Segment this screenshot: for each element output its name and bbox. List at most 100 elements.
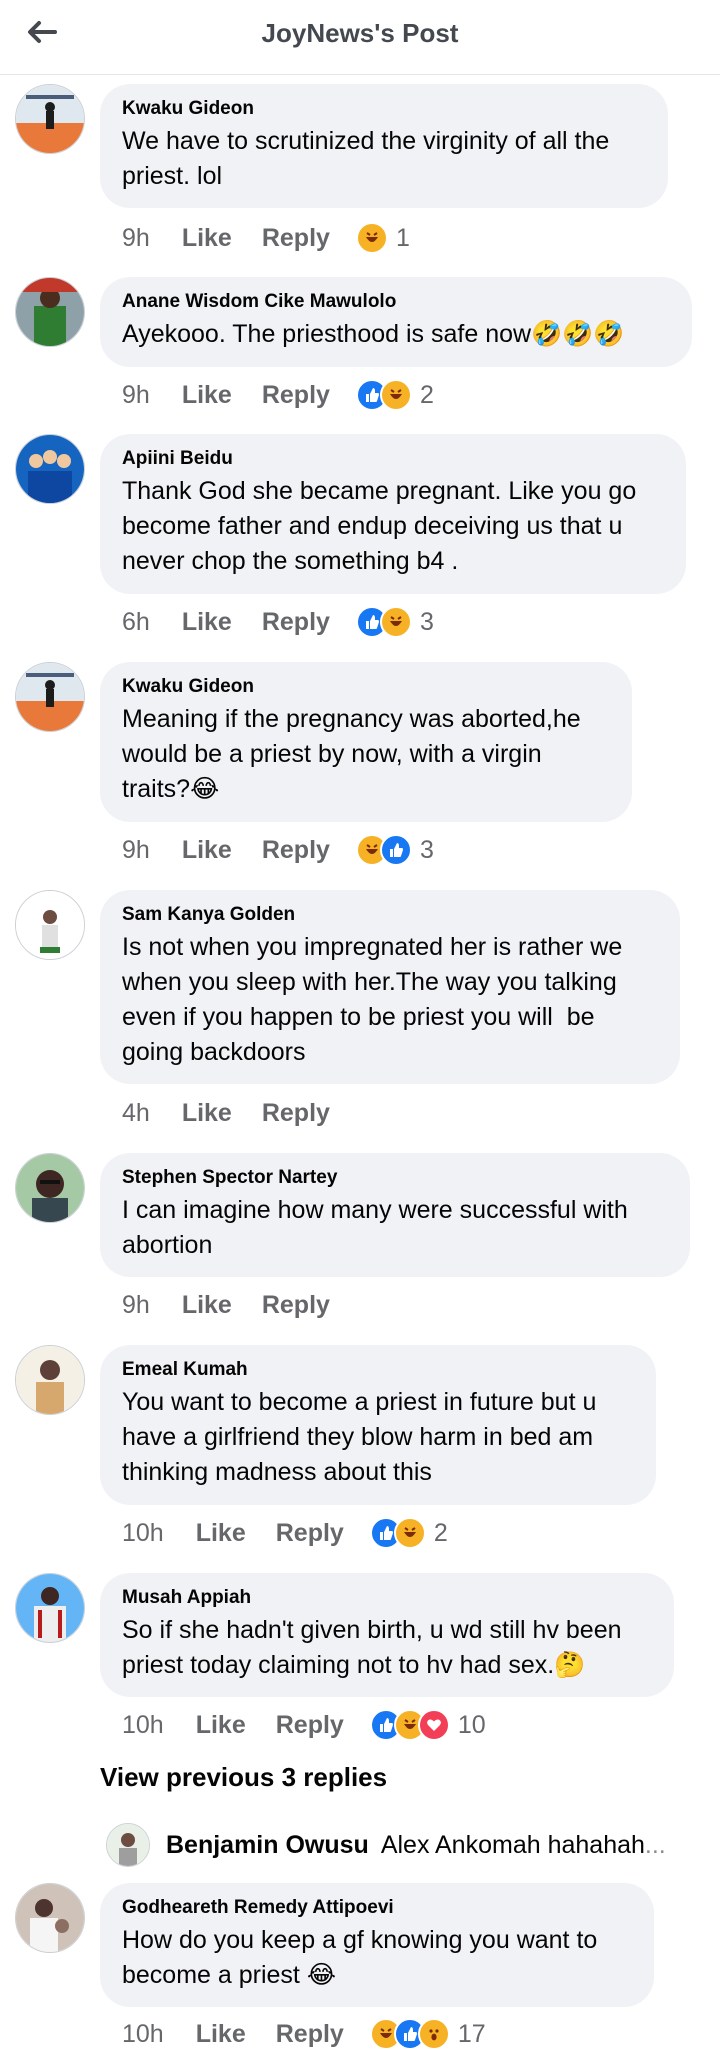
reply-button[interactable]: Reply: [262, 836, 330, 865]
wow-reaction-icon: [417, 2018, 450, 2050]
comment-actions: 10h Like Reply 10: [122, 1705, 486, 1745]
like-button[interactable]: Like: [182, 608, 232, 637]
comment-time[interactable]: 4h: [122, 1099, 150, 1128]
comment-time[interactable]: 9h: [122, 836, 150, 865]
reply-button[interactable]: Reply: [276, 2020, 344, 2049]
comment-bubble: Kwaku Gideon Meaning if the pregnancy wa…: [100, 662, 632, 822]
avatar[interactable]: [106, 1823, 150, 1867]
like-button[interactable]: Like: [196, 1711, 246, 1740]
comment-text: How do you keep a gf knowing you want to…: [122, 1926, 605, 1989]
comment-actions: 9h Like Reply 2: [122, 375, 434, 415]
comment-bubble: Sam Kanya Golden Is not when you impregn…: [100, 890, 680, 1084]
reaction-summary[interactable]: 10: [369, 1709, 486, 1741]
comment-bubble: Apiini Beidu Thank God she became pregna…: [100, 434, 686, 594]
comment-text: Thank God she became pregnant. Like you …: [122, 477, 644, 575]
reply-button[interactable]: Reply: [262, 1291, 330, 1320]
comment-author[interactable]: Godheareth Remedy Attipoevi: [122, 1897, 632, 1919]
comment-author[interactable]: Stephen Spector Nartey: [122, 1167, 668, 1189]
like-button[interactable]: Like: [182, 1291, 232, 1320]
comment-author[interactable]: Apiini Beidu: [122, 448, 664, 470]
comment-bubble: Musah Appiah So if she hadn't given birt…: [100, 1573, 674, 1697]
page-title: JoyNews's Post: [261, 18, 459, 48]
haha-reaction-icon: [355, 222, 388, 254]
reaction-count: 1: [395, 223, 410, 252]
comment-time[interactable]: 9h: [122, 1291, 150, 1320]
reaction-count: 3: [419, 607, 434, 636]
comment-author[interactable]: Anane Wisdom Cike Mawulolo: [122, 291, 670, 313]
reaction-count: 17: [457, 2019, 486, 2048]
comment-text: Is not when you impregnated her is rathe…: [122, 933, 630, 1066]
comment-bubble: Godheareth Remedy Attipoevi How do you k…: [100, 1883, 654, 2007]
comment-text: We have to scrutinized the virginity of …: [122, 127, 617, 190]
reaction-summary[interactable]: 3: [355, 606, 434, 638]
haha-reaction-icon: [379, 379, 412, 411]
reaction-summary[interactable]: 2: [355, 379, 434, 411]
reply-button[interactable]: Reply: [262, 1099, 330, 1128]
reaction-count: 2: [419, 380, 434, 409]
comment-author[interactable]: Kwaku Gideon: [122, 676, 610, 698]
reaction-summary[interactable]: 17: [369, 2018, 486, 2050]
avatar[interactable]: [15, 277, 85, 347]
comment-bubble: Kwaku Gideon We have to scrutinized the …: [100, 84, 668, 208]
haha-reaction-icon: [379, 606, 412, 638]
comment-actions: 4h Like Reply: [122, 1093, 360, 1133]
reply-ellipsis: ...: [644, 1830, 666, 1859]
reaction-count: 2: [433, 1518, 448, 1547]
comment-time[interactable]: 9h: [122, 381, 150, 410]
comment-actions: 10h Like Reply 17: [122, 2014, 486, 2054]
comment-text: Meaning if the pregnancy was aborted,he …: [122, 705, 588, 803]
like-button[interactable]: Like: [182, 1099, 232, 1128]
like-button[interactable]: Like: [182, 836, 232, 865]
comment-bubble: Stephen Spector Nartey I can imagine how…: [100, 1153, 690, 1277]
reply-button[interactable]: Reply: [262, 608, 330, 637]
comment-time[interactable]: 10h: [122, 2020, 164, 2049]
comment-author[interactable]: Musah Appiah: [122, 1587, 652, 1609]
reaction-count: 3: [419, 835, 434, 864]
comment-bubble: Emeal Kumah You want to become a priest …: [100, 1345, 656, 1505]
reply-preview[interactable]: Benjamin Owusu Alex Ankomah hahahah ...: [106, 1820, 706, 1870]
comment-author[interactable]: Sam Kanya Golden: [122, 904, 658, 926]
avatar[interactable]: [15, 84, 85, 154]
reply-button[interactable]: Reply: [276, 1711, 344, 1740]
comment-author[interactable]: Kwaku Gideon: [122, 98, 646, 120]
comment-text: Ayekooo. The priesthood is safe now🤣🤣🤣: [122, 320, 625, 348]
comment-text: You want to become a priest in future bu…: [122, 1388, 604, 1486]
reaction-summary[interactable]: 3: [355, 834, 434, 866]
comment-time[interactable]: 10h: [122, 1711, 164, 1740]
reaction-count: 10: [457, 1710, 486, 1739]
comment-author[interactable]: Emeal Kumah: [122, 1359, 634, 1381]
comment-text: So if she hadn't given birth, u wd still…: [122, 1616, 629, 1679]
comment-actions: 9h Like Reply 3: [122, 830, 434, 870]
comment-text: I can imagine how many were successful w…: [122, 1196, 635, 1259]
comment-time[interactable]: 9h: [122, 224, 150, 253]
avatar[interactable]: [15, 1345, 85, 1415]
comment-time[interactable]: 10h: [122, 1519, 164, 1548]
reply-button[interactable]: Reply: [262, 381, 330, 410]
love-reaction-icon: [417, 1709, 450, 1741]
avatar[interactable]: [15, 1573, 85, 1643]
reply-text: Alex Ankomah hahahah: [380, 1830, 645, 1859]
reaction-summary[interactable]: 1: [355, 222, 410, 254]
comment-actions: 6h Like Reply 3: [122, 602, 434, 642]
reply-button[interactable]: Reply: [276, 1519, 344, 1548]
avatar[interactable]: [15, 662, 85, 732]
comment-actions: 9h Like Reply 1: [122, 218, 410, 258]
avatar[interactable]: [15, 1883, 85, 1953]
like-button[interactable]: Like: [182, 224, 232, 253]
reply-author[interactable]: Benjamin Owusu: [166, 1831, 369, 1860]
like-button[interactable]: Like: [196, 1519, 246, 1548]
comment-actions: 10h Like Reply 2: [122, 1513, 448, 1553]
comment-actions: 9h Like Reply: [122, 1285, 360, 1325]
avatar[interactable]: [15, 434, 85, 504]
like-button[interactable]: Like: [196, 2020, 246, 2049]
comment-bubble: Anane Wisdom Cike Mawulolo Ayekooo. The …: [100, 277, 692, 367]
comment-time[interactable]: 6h: [122, 608, 150, 637]
view-previous-replies-link[interactable]: View previous 3 replies: [100, 1762, 387, 1793]
haha-reaction-icon: [393, 1517, 426, 1549]
like-button[interactable]: Like: [182, 381, 232, 410]
avatar[interactable]: [15, 890, 85, 960]
avatar[interactable]: [15, 1153, 85, 1223]
reaction-summary[interactable]: 2: [369, 1517, 448, 1549]
reply-button[interactable]: Reply: [262, 224, 330, 253]
like-reaction-icon: [379, 834, 412, 866]
